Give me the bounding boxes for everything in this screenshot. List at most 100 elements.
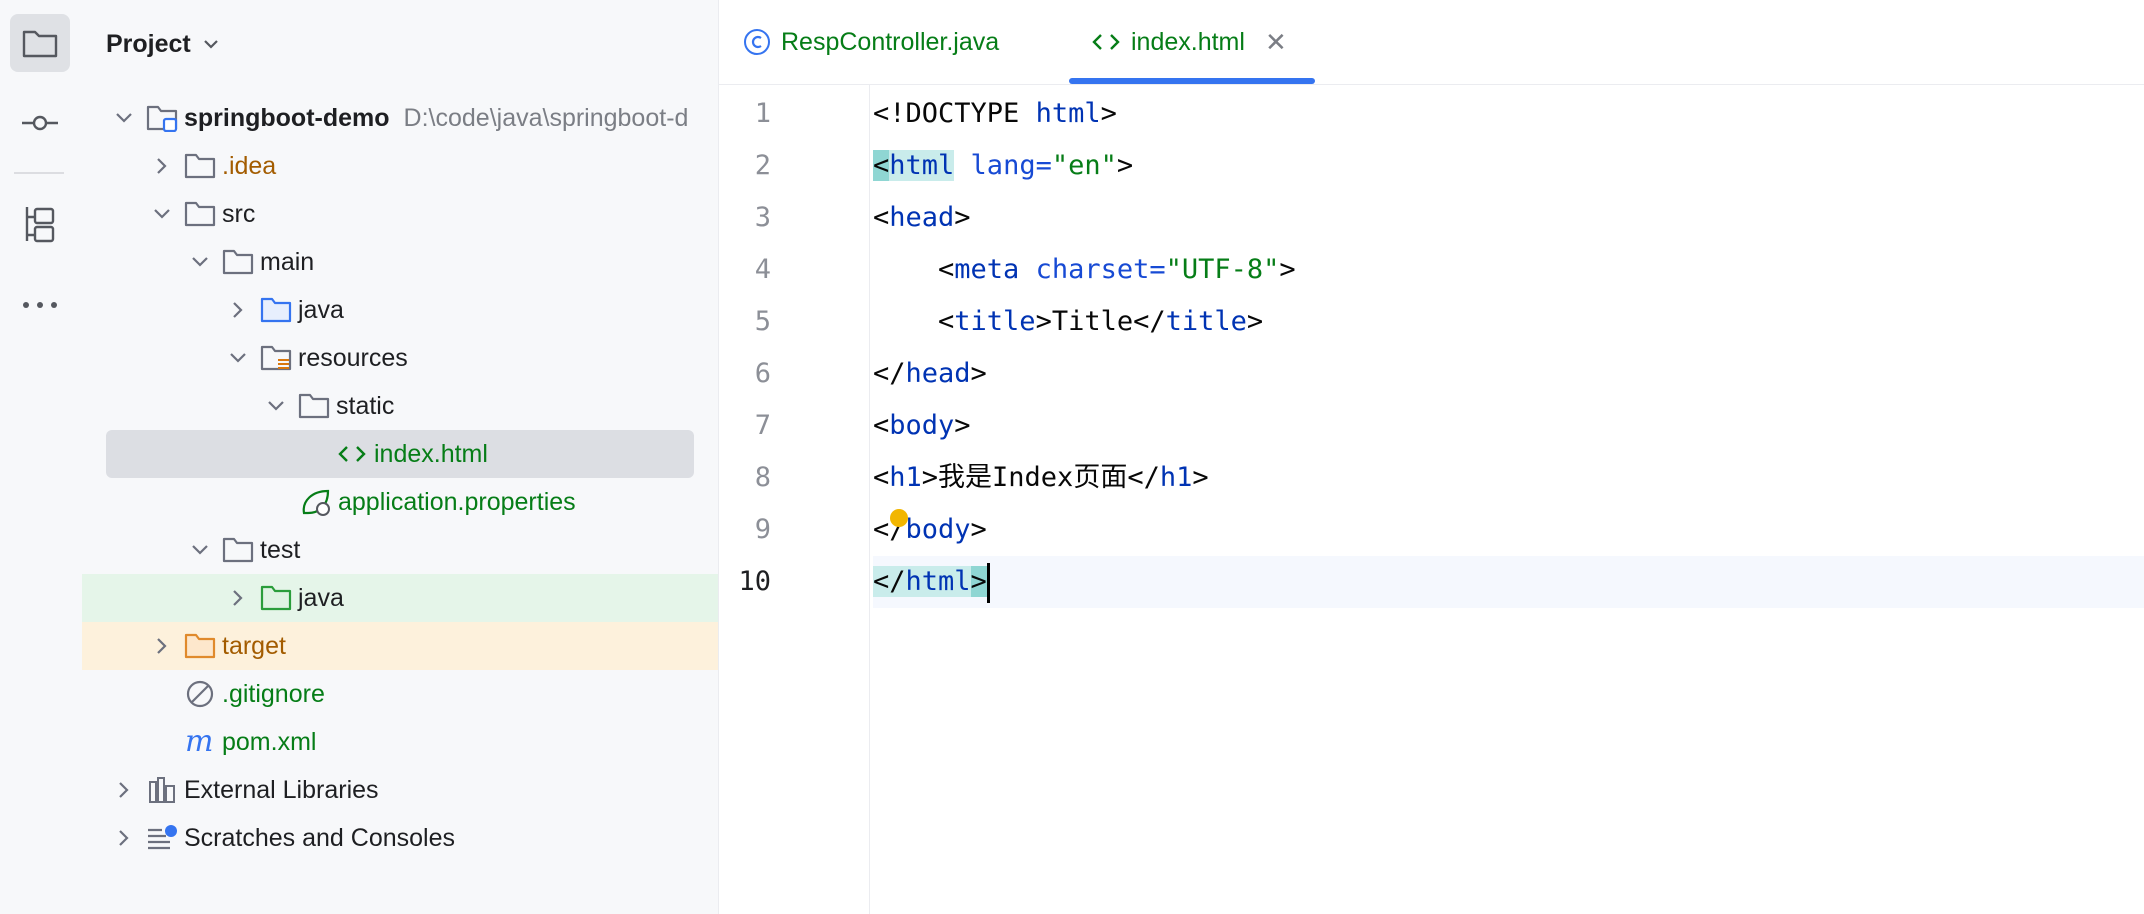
- library-icon: [146, 774, 178, 806]
- editor-tabs: RespController.java index.html ✕: [719, 0, 2144, 85]
- folder-icon: [222, 534, 254, 566]
- chevron-down-icon[interactable]: [190, 540, 210, 560]
- line-number: 1: [754, 98, 771, 129]
- chevron-down-icon[interactable]: [152, 204, 172, 224]
- tree-item-label: test: [260, 535, 301, 564]
- module-folder-icon: [146, 102, 178, 134]
- tree-item-springboot-demo[interactable]: springboot-demo D:\code\java\springboot-…: [82, 94, 718, 142]
- code-line: <head>: [873, 202, 971, 233]
- editor-area: RespController.java index.html ✕ 1 2 3 4…: [719, 0, 2144, 914]
- chevron-down-icon[interactable]: [114, 108, 134, 128]
- chevron-right-icon[interactable]: [228, 300, 248, 320]
- tree-item-main[interactable]: main: [82, 238, 718, 286]
- commit-icon: [22, 115, 58, 131]
- tree-item-idea[interactable]: .idea: [82, 142, 718, 190]
- source-folder-icon: [260, 294, 292, 326]
- tree-item-label: resources: [298, 343, 408, 372]
- close-icon[interactable]: ✕: [1265, 27, 1287, 58]
- tree-item-java-source[interactable]: java: [82, 286, 718, 334]
- structure-tool-button[interactable]: [10, 196, 70, 254]
- folder-icon: [222, 246, 254, 278]
- project-path: D:\code\java\springboot-d: [403, 103, 689, 132]
- chevron-down-icon[interactable]: [266, 396, 286, 416]
- tree-item-static[interactable]: static: [82, 382, 718, 430]
- code-line-current: </html>: [873, 556, 2144, 608]
- intention-bulb-icon[interactable]: [890, 509, 908, 527]
- folder-icon: [184, 198, 216, 230]
- tree-item-label: application.properties: [338, 487, 576, 516]
- code-line: <!DOCTYPE html>: [873, 98, 1117, 129]
- structure-icon: [25, 207, 55, 243]
- tree-item-target[interactable]: target: [82, 622, 718, 670]
- tab-index-html[interactable]: index.html ✕: [1091, 0, 1287, 84]
- tree-item-label: static: [336, 391, 395, 420]
- code-line: <html lang="en">: [873, 150, 1134, 181]
- project-tool-button[interactable]: [10, 14, 70, 72]
- line-number-gutter: 1 2 3 4 5 6 7 8 9 10: [719, 84, 870, 914]
- tree-item-pom-xml[interactable]: m pom.xml: [82, 718, 718, 766]
- tree-item-label: .idea: [222, 151, 277, 180]
- class-icon: [744, 29, 770, 55]
- tree-item-gitignore[interactable]: .gitignore: [82, 670, 718, 718]
- tree-item-index-html[interactable]: index.html: [106, 430, 694, 478]
- tree-item-external-libraries[interactable]: External Libraries: [82, 766, 718, 814]
- tree-item-label: springboot-demo: [184, 103, 390, 132]
- tree-item-label: pom.xml: [222, 727, 317, 756]
- svg-text:m: m: [185, 729, 213, 755]
- folder-icon: [298, 390, 330, 422]
- tree-item-application-properties[interactable]: application.properties: [82, 478, 718, 526]
- chevron-right-icon[interactable]: [228, 588, 248, 608]
- chevron-right-icon[interactable]: [152, 636, 172, 656]
- chevron-down-icon: [203, 40, 218, 49]
- code-line: </head>: [873, 358, 987, 389]
- tool-window-bar: [0, 0, 83, 914]
- html-file-icon: [336, 438, 368, 470]
- chevron-right-icon[interactable]: [114, 828, 134, 848]
- project-panel-header[interactable]: Project: [106, 24, 219, 64]
- chevron-right-icon[interactable]: [114, 780, 134, 800]
- line-number: 6: [754, 358, 771, 389]
- more-tool-button[interactable]: [10, 276, 70, 334]
- code-line: </body>: [873, 514, 987, 545]
- tree-item-test[interactable]: test: [82, 526, 718, 574]
- tree-item-label: index.html: [374, 439, 488, 468]
- tree-item-src[interactable]: src: [82, 190, 718, 238]
- tab-resp-controller[interactable]: RespController.java: [743, 0, 999, 84]
- folder-icon: [184, 150, 216, 182]
- chevron-right-icon[interactable]: [152, 156, 172, 176]
- html-file-icon: [1092, 34, 1120, 50]
- line-number: 8: [754, 462, 771, 493]
- tree-item-resources[interactable]: resources: [82, 334, 718, 382]
- tree-item-label: java: [298, 583, 344, 612]
- code-area[interactable]: <!DOCTYPE html> <html lang="en"> <head> …: [873, 84, 2144, 914]
- tab-label: RespController.java: [781, 27, 1000, 56]
- code-line: <meta charset="UTF-8">: [873, 254, 1296, 285]
- tree-item-label: src: [222, 199, 256, 228]
- tab-label: index.html: [1131, 27, 1245, 56]
- tree-item-label: java: [298, 295, 344, 324]
- tree-item-java-test[interactable]: java: [82, 574, 718, 622]
- line-number: 5: [754, 306, 771, 337]
- code-line: <body>: [873, 410, 971, 441]
- chevron-down-icon[interactable]: [190, 252, 210, 272]
- tool-separator: [14, 172, 64, 174]
- line-number: 4: [754, 254, 771, 285]
- excluded-folder-icon: [184, 630, 216, 662]
- code-line: <h1>我是Index页面</h1>: [873, 462, 1209, 493]
- folder-icon: [22, 30, 58, 58]
- commit-tool-button[interactable]: [10, 94, 70, 152]
- project-panel: Project springboot-demo D:\code\java\spr…: [82, 0, 719, 914]
- ignore-file-icon: [184, 678, 216, 710]
- line-number: 10: [738, 566, 771, 597]
- tree-item-scratches[interactable]: Scratches and Consoles: [82, 814, 718, 862]
- line-number: 7: [754, 410, 771, 441]
- tree-item-label: Scratches and Consoles: [184, 823, 455, 852]
- tree-item-label: target: [222, 631, 286, 660]
- chevron-down-icon[interactable]: [228, 348, 248, 368]
- line-number: 9: [754, 514, 771, 545]
- project-panel-title: Project: [106, 29, 191, 58]
- resources-folder-icon: [260, 342, 292, 374]
- spring-properties-icon: [300, 486, 332, 518]
- tree-item-label: main: [260, 247, 315, 276]
- maven-icon: m: [184, 726, 216, 758]
